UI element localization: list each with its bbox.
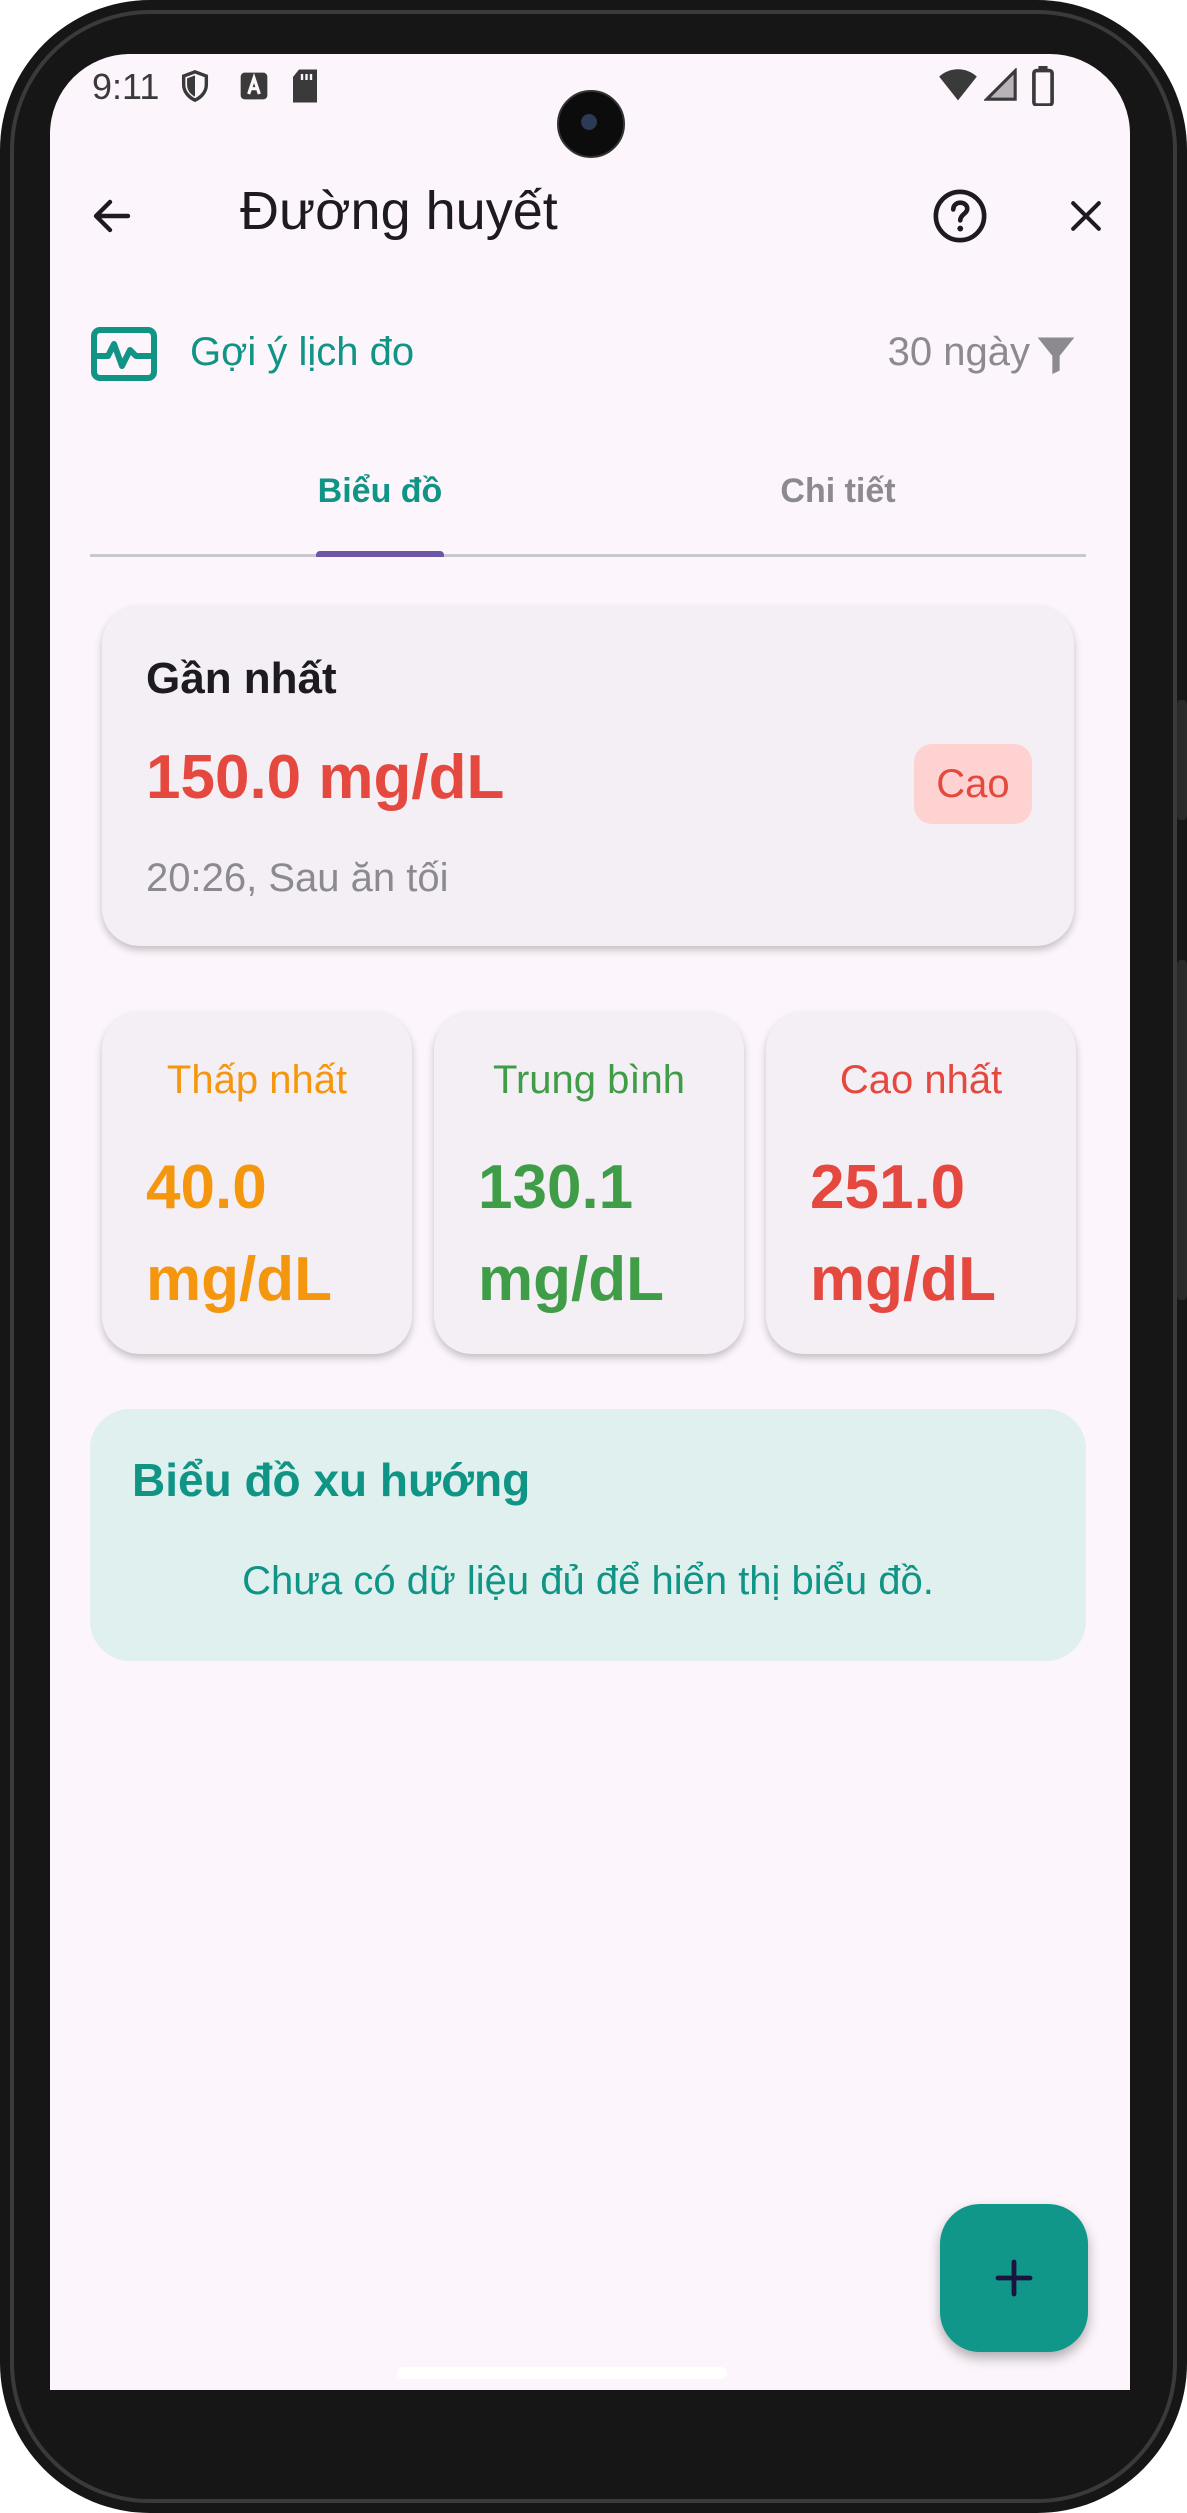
status-time: 9:11 (92, 66, 160, 107)
date-range-filter[interactable]: 30 ngày (888, 330, 1030, 375)
schedule-suggestion-button[interactable] (88, 324, 160, 384)
app-bar: Đường huyết (50, 154, 1130, 274)
tab-indicator (316, 551, 444, 557)
latest-title: Gần nhất (146, 654, 337, 703)
stat-unit: mg/dL (478, 1245, 664, 1314)
back-button[interactable] (70, 174, 154, 258)
stat-card-average: Trung bình 130.1 mg/dL (434, 1012, 744, 1354)
volume-button (1177, 700, 1187, 820)
stat-value: 251.0 mg/dL (810, 1142, 996, 1326)
add-reading-button[interactable] (940, 2204, 1088, 2352)
status-badge: Cao (914, 744, 1032, 824)
battery-icon (1032, 66, 1054, 106)
power-button (1177, 960, 1187, 1300)
page-title: Đường huyết (240, 181, 558, 241)
latest-reading-card[interactable]: Gần nhất 150.0 mg/dL Cao 20:26, Sau ăn t… (102, 606, 1074, 946)
wifi-icon (939, 69, 977, 101)
stat-unit: mg/dL (810, 1245, 996, 1314)
gesture-nav-handle[interactable] (397, 2367, 727, 2379)
close-button[interactable] (1044, 174, 1128, 258)
tab-details[interactable]: Chi tiết (738, 472, 938, 511)
help-button[interactable] (918, 174, 1002, 258)
stat-number: 251.0 (810, 1153, 966, 1222)
stat-card-max: Cao nhất 251.0 mg/dL (766, 1012, 1076, 1354)
phone-frame: 9:11 Đường huyết Gợi ý lịch đo 30 ngày B… (0, 0, 1187, 2513)
trend-chart-panel: Biểu đồ xu hướng Chưa có dữ liệu đủ để h… (90, 1409, 1086, 1661)
trend-empty-message: Chưa có dữ liệu đủ để hiển thị biểu đồ. (242, 1559, 934, 1603)
stat-card-min: Thấp nhất 40.0 mg/dL (102, 1012, 412, 1354)
stat-label: Trung bình (493, 1058, 685, 1102)
add-icon (995, 2259, 1033, 2297)
latest-meta: 20:26, Sau ăn tối (146, 856, 449, 900)
screen: 9:11 Đường huyết Gợi ý lịch đo 30 ngày B… (50, 54, 1130, 2390)
stat-number: 130.1 (478, 1153, 634, 1222)
schedule-row: Gợi ý lịch đo 30 ngày (50, 304, 1130, 404)
sd-card-icon (293, 69, 317, 103)
latest-value: 150.0 mg/dL (146, 743, 505, 812)
stat-unit: mg/dL (146, 1245, 332, 1314)
back-arrow-icon (93, 199, 131, 233)
stat-value: 40.0 mg/dL (146, 1142, 332, 1326)
stat-number: 40.0 (146, 1153, 267, 1222)
stat-label: Thấp nhất (166, 1058, 348, 1102)
stat-value: 130.1 mg/dL (478, 1142, 664, 1326)
trend-title: Biểu đồ xu hướng (132, 1454, 531, 1506)
tab-chart[interactable]: Biểu đồ (280, 472, 480, 511)
stat-label: Cao nhất (839, 1058, 1003, 1102)
schedule-suggestion-label[interactable]: Gợi ý lịch đo (190, 330, 414, 375)
monitor-heart-icon (91, 327, 157, 381)
font-icon (240, 72, 268, 100)
help-icon (933, 189, 987, 243)
close-icon (1071, 201, 1101, 231)
filter-icon[interactable] (1034, 332, 1078, 376)
shield-icon (181, 70, 209, 103)
signal-icon (984, 68, 1017, 101)
front-camera (557, 90, 625, 158)
tab-bar: Biểu đồ Chi tiết (90, 454, 1086, 557)
